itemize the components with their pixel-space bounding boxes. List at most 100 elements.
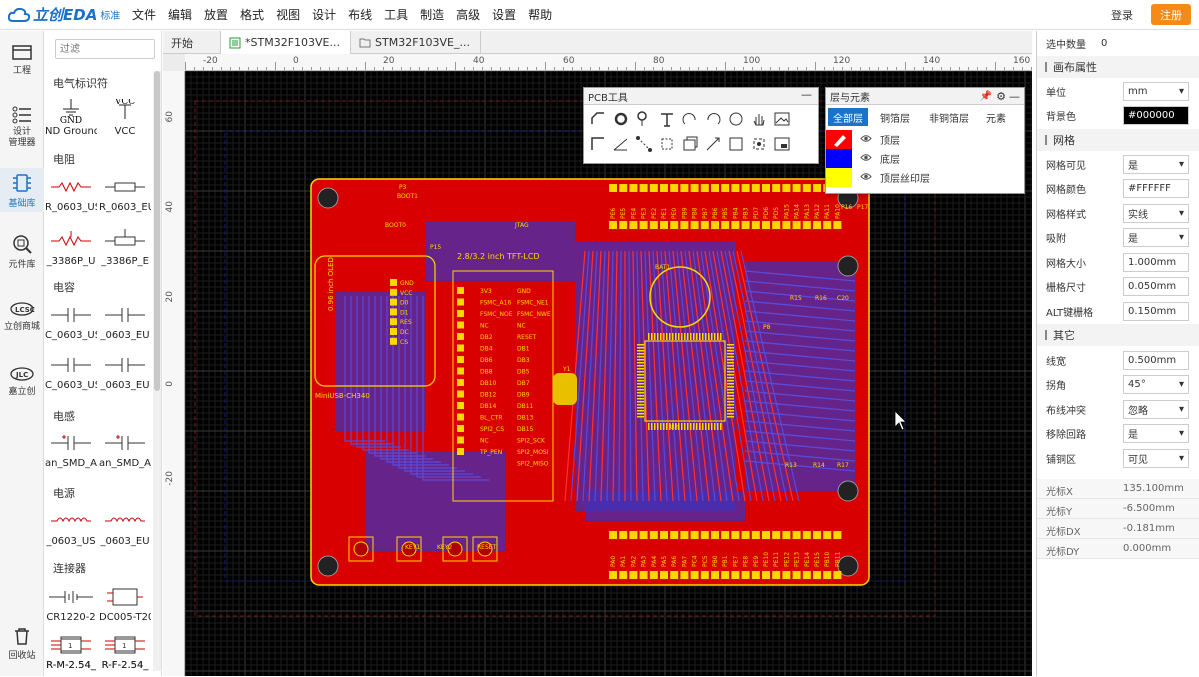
layer-row[interactable]: 顶层 (826, 130, 1024, 149)
menu-item[interactable]: 编辑 (162, 6, 198, 23)
track-icon[interactable] (589, 110, 607, 128)
grid-section[interactable]: 网格 (1037, 129, 1199, 151)
scroll-thumb[interactable] (154, 71, 160, 391)
library-component[interactable]: GND ND Ground (45, 93, 97, 143)
arc2-icon[interactable] (704, 110, 722, 128)
menu-item[interactable]: 放置 (198, 6, 234, 23)
menu-item[interactable]: 视图 (270, 6, 306, 23)
library-component[interactable]: CR1220-2 (45, 579, 97, 629)
menu-item[interactable]: 设计 (306, 6, 342, 23)
layer-tab-all[interactable]: 全部层 (828, 108, 868, 126)
library-component[interactable]: an_SMD_A (99, 425, 151, 475)
library-component[interactable]: C_0603_US (45, 347, 97, 397)
grid-size-input[interactable]: 1.000mm (1123, 252, 1189, 272)
dimension-icon[interactable] (612, 135, 630, 153)
register-button[interactable]: 注册 (1151, 4, 1191, 25)
rect-icon[interactable] (727, 135, 745, 153)
library-category[interactable]: 电气标识符 (53, 75, 108, 91)
grid-style-select[interactable]: 实线 (1123, 203, 1189, 223)
canvas-origin-icon[interactable] (773, 135, 791, 153)
unit-select[interactable]: mm (1123, 81, 1189, 101)
layer-tab-noncopper[interactable]: 非铜箔层 (922, 108, 976, 126)
nav-jlc[interactable]: JLC 嘉立创 (0, 366, 44, 397)
menu-item[interactable]: 文件 (126, 6, 162, 23)
nav-design-manager[interactable]: 设计 管理器 (0, 105, 44, 149)
nav-component-library[interactable]: 元件库 (0, 233, 44, 270)
corner-select[interactable]: 45° (1123, 374, 1189, 394)
library-scrollbar[interactable] (153, 71, 161, 671)
canvas-props-section[interactable]: 画布属性 (1037, 56, 1199, 78)
library-component[interactable]: R_0603_US (45, 169, 97, 219)
nav-basic-library[interactable]: 基础库 (0, 168, 44, 212)
pcb-tools-window[interactable]: PCB工具 — (583, 87, 819, 164)
library-component[interactable]: R-F-2.54_ (99, 627, 151, 677)
eye-icon[interactable] (860, 153, 872, 165)
conflict-select[interactable]: 忽略 (1123, 399, 1189, 419)
menu-item[interactable]: 高级 (450, 6, 486, 23)
library-filter-input[interactable] (55, 39, 155, 59)
layers-window[interactable]: 层与元素 📌 ⚙ — 全部层 铜箔层 非铜箔层 元素 顶层 底层 顶层丝印层 (825, 87, 1025, 194)
login-link[interactable]: 登录 (1111, 7, 1133, 23)
layer-color-swatch[interactable] (826, 130, 852, 149)
copper-select[interactable]: 可见 (1123, 448, 1189, 468)
circle-icon[interactable] (727, 110, 745, 128)
library-component[interactable]: _0603_EU (99, 347, 151, 397)
grid-visible-select[interactable]: 是 (1123, 154, 1189, 174)
grid-step-input[interactable]: 0.050mm (1123, 276, 1189, 296)
layer-tab-elements[interactable]: 元素 (978, 108, 1014, 126)
hole-icon[interactable] (750, 135, 768, 153)
bg-color-input[interactable]: #000000 (1123, 105, 1189, 125)
tab-start[interactable]: 开始 (163, 31, 221, 54)
copper-area-icon[interactable] (658, 135, 676, 153)
pan-icon[interactable] (750, 110, 768, 128)
alt-step-input[interactable]: 0.150mm (1123, 301, 1189, 321)
eye-icon[interactable] (860, 172, 872, 184)
layer-color-swatch[interactable] (826, 168, 852, 187)
library-category[interactable]: 电感 (53, 408, 75, 424)
track-width-input[interactable]: 0.500mm (1123, 350, 1189, 370)
menu-item[interactable]: 设置 (486, 6, 522, 23)
arc-icon[interactable] (681, 110, 699, 128)
minimize-icon[interactable]: — (801, 88, 812, 101)
library-component[interactable]: R-M-2.54_ (45, 627, 97, 677)
menu-item[interactable]: 工具 (378, 6, 414, 23)
eye-icon[interactable] (860, 134, 872, 146)
nav-project[interactable]: 工程 (0, 43, 44, 76)
connect-icon[interactable] (635, 135, 653, 153)
library-component[interactable]: VCC VCC (99, 93, 151, 143)
library-component[interactable]: an_SMD_A (45, 425, 97, 475)
snap-select[interactable]: 是 (1123, 227, 1189, 247)
library-category[interactable]: 连接器 (53, 560, 86, 576)
library-category[interactable]: 电阻 (53, 151, 75, 167)
menu-item[interactable]: 格式 (234, 6, 270, 23)
other-section[interactable]: 其它 (1037, 324, 1199, 346)
grid-color-input[interactable]: #FFFFFF (1123, 178, 1189, 198)
layer-color-swatch[interactable] (826, 149, 852, 168)
tab-pcb-active[interactable]: *STM32F103VE... (221, 31, 351, 54)
nav-lcsc-mall[interactable]: LCSC 立创商城 (0, 301, 44, 332)
nav-recycle-bin[interactable]: 回收站 (0, 626, 44, 661)
measure-icon[interactable] (704, 135, 722, 153)
image-icon[interactable] (773, 110, 791, 128)
app-logo[interactable]: 立创EDA 标准 (0, 4, 126, 25)
library-component[interactable]: C_0603_US (45, 297, 97, 347)
remove-loop-select[interactable]: 是 (1123, 423, 1189, 443)
pcb-tools-titlebar[interactable]: PCB工具 — (584, 88, 818, 105)
solid-region-icon[interactable] (681, 135, 699, 153)
library-category[interactable]: 电源 (53, 485, 75, 501)
library-component[interactable]: _3386P_E (99, 223, 151, 273)
library-category[interactable]: 电容 (53, 279, 75, 295)
library-component[interactable]: _0603_EU (99, 503, 151, 553)
library-component[interactable]: R_0603_EU (99, 169, 151, 219)
library-component[interactable]: _0603_EU (99, 297, 151, 347)
library-component[interactable]: _3386P_U (45, 223, 97, 273)
corner-icon[interactable] (589, 135, 607, 153)
layer-tab-copper[interactable]: 铜箔层 (872, 108, 918, 126)
layer-row[interactable]: 底层 (826, 149, 1024, 168)
text-icon[interactable] (658, 110, 676, 128)
tab-project[interactable]: STM32F103VE_... (351, 31, 481, 54)
menu-item[interactable]: 制造 (414, 6, 450, 23)
pad-icon[interactable] (612, 110, 630, 128)
gear-icon[interactable]: ⚙ (996, 90, 1006, 103)
minimize-icon[interactable]: — (1009, 90, 1020, 103)
